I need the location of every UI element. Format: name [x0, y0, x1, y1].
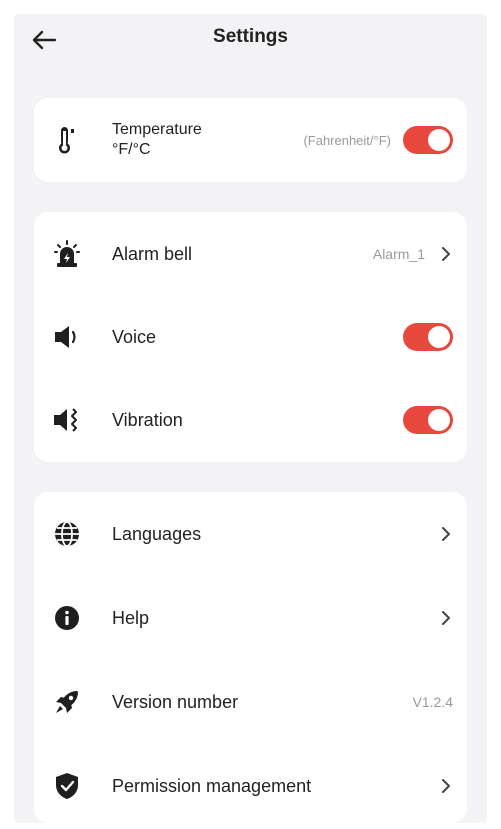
- temperature-card: Temperature °F/°C (Fahrenheit/°F): [34, 98, 467, 182]
- help-label: Help: [112, 608, 150, 628]
- alarm-bell-label: Alarm bell: [112, 244, 193, 264]
- sound-card: Alarm bell Alarm_1 Voice Vibration: [34, 212, 467, 462]
- version-value: V1.2.4: [412, 694, 453, 710]
- info-icon: [52, 603, 82, 633]
- chevron-right-icon: [437, 609, 455, 627]
- page-title: Settings: [213, 26, 288, 47]
- speaker-icon: [52, 322, 82, 352]
- chevron-right-icon: [437, 777, 455, 795]
- permission-row[interactable]: Permission management: [34, 758, 467, 814]
- help-row[interactable]: Help: [34, 590, 467, 646]
- globe-icon: [52, 519, 82, 549]
- vibration-row: Vibration: [34, 392, 467, 448]
- voice-toggle[interactable]: [403, 323, 453, 351]
- chevron-right-icon: [437, 525, 455, 543]
- temperature-label-line2: °F/°C: [112, 141, 151, 158]
- temperature-row: Temperature °F/°C (Fahrenheit/°F): [34, 112, 467, 168]
- alarm-bell-row[interactable]: Alarm bell Alarm_1: [34, 226, 467, 282]
- languages-row[interactable]: Languages: [34, 506, 467, 562]
- thermometer-icon: [52, 125, 82, 155]
- general-card: Languages Help Version number V1.2.4 Per…: [34, 492, 467, 823]
- chevron-right-icon: [437, 245, 455, 263]
- siren-icon: [52, 239, 82, 269]
- voice-row: Voice: [34, 309, 467, 365]
- toggle-knob: [428, 129, 450, 151]
- rocket-icon: [52, 687, 82, 717]
- permission-label: Permission management: [112, 776, 312, 796]
- temperature-label-line1: Temperature: [112, 121, 202, 138]
- temperature-unit-value: (Fahrenheit/°F): [303, 132, 391, 148]
- vibration-toggle[interactable]: [403, 406, 453, 434]
- alarm-bell-value: Alarm_1: [372, 246, 425, 262]
- temperature-label: Temperature °F/°C: [112, 120, 202, 160]
- shield-check-icon: [52, 771, 82, 801]
- header: Settings: [14, 14, 487, 66]
- vibration-icon: [52, 405, 82, 435]
- settings-screen: Settings Temperature °F/°C (Fahrenheit/°…: [14, 14, 487, 823]
- voice-label: Voice: [112, 327, 157, 347]
- languages-label: Languages: [112, 524, 202, 544]
- toggle-knob: [428, 326, 450, 348]
- version-row: Version number V1.2.4: [34, 674, 467, 730]
- version-label: Version number: [112, 692, 239, 712]
- vibration-label: Vibration: [112, 410, 183, 430]
- toggle-knob: [428, 409, 450, 431]
- temperature-toggle[interactable]: [403, 126, 453, 154]
